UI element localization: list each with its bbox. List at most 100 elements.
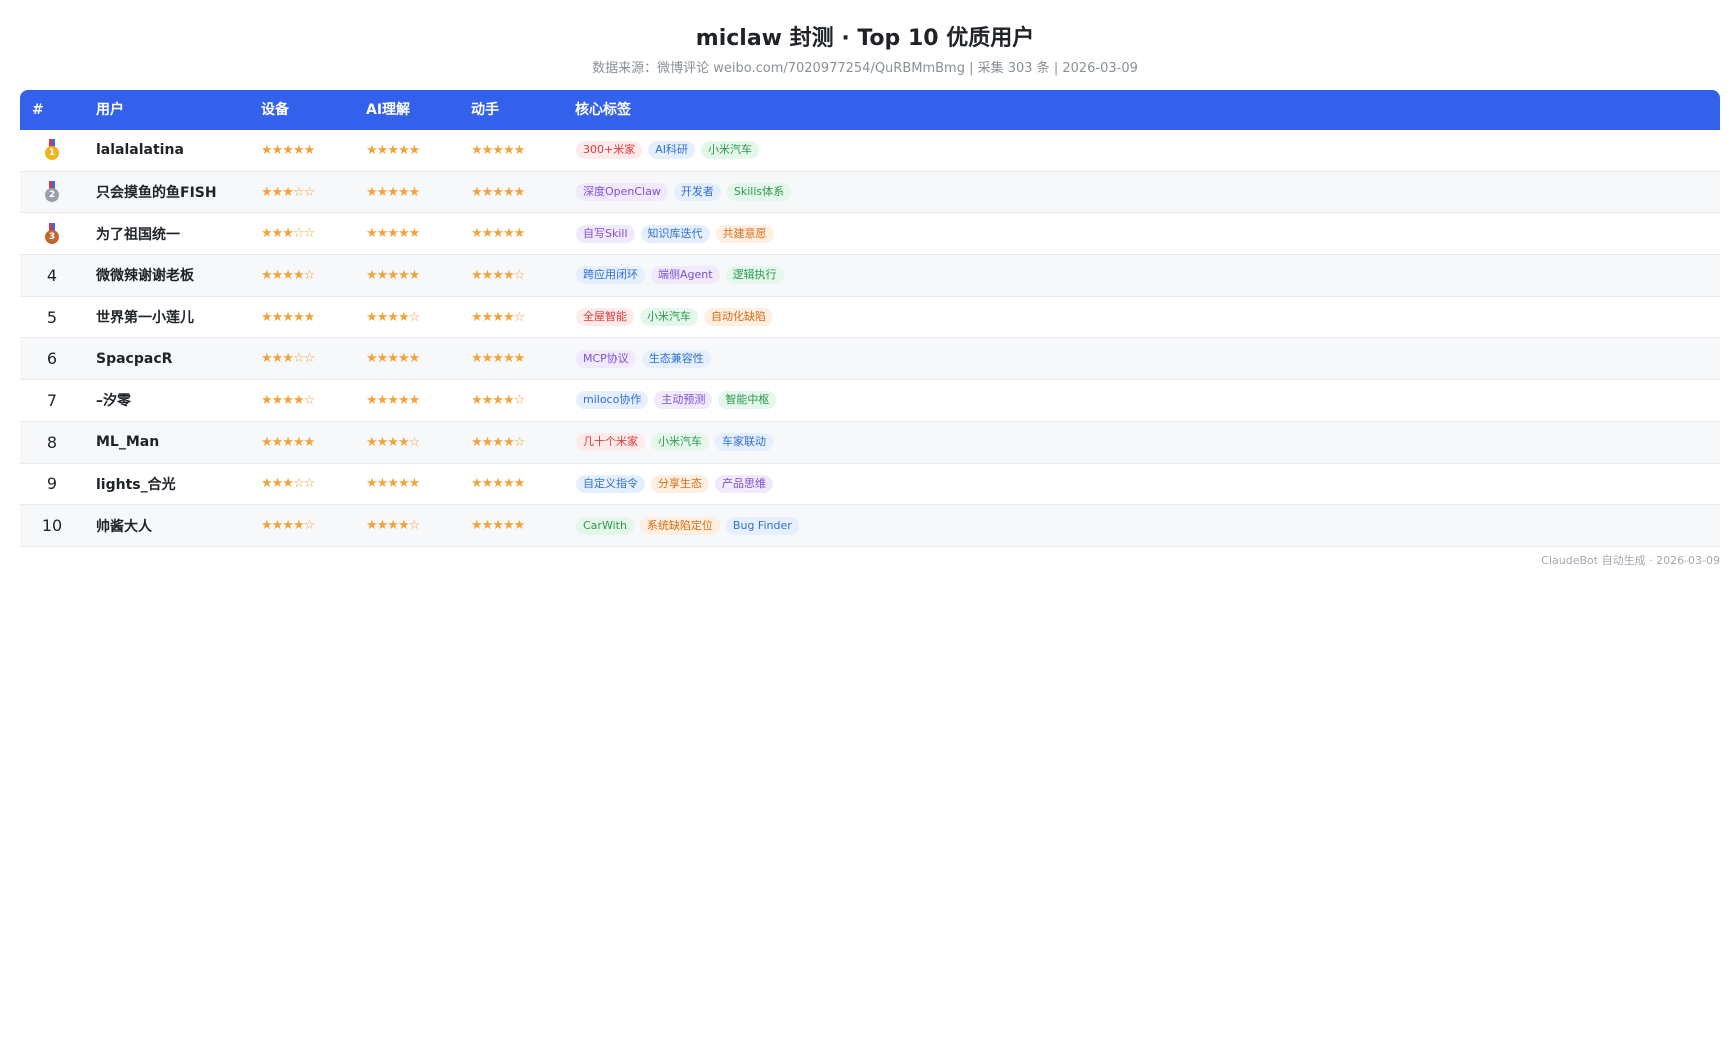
ranking-table: # 用户 设备 AI理解 动手 核心标签 1 lalalalatina ★★★★★ ★…	[20, 90, 1720, 547]
table-row: 9 lights_合光 ★★★☆☆ ★★★★★ ★★★★★ 自定义指令 分享生态 产品思维	[20, 464, 1720, 506]
column-header-rank: #	[32, 102, 44, 118]
tag-badge: 几十个米家	[576, 433, 645, 452]
rank-cell: 3	[20, 213, 84, 254]
ai-rating-cell: ★★★★★	[366, 213, 466, 254]
tag-badge: 车家联动	[715, 433, 773, 452]
ai-rating-stars: ★★★★☆	[366, 518, 420, 534]
ai-rating-stars: ★★★★★	[366, 392, 420, 408]
ai-rating-stars: ★★★★★	[366, 476, 420, 492]
table-body: 1 lalalalatina ★★★★★ ★★★★★ ★★★★★ 300+米家 AI科研 小米…	[20, 130, 1720, 547]
ai-rating-stars: ★★★★★	[366, 184, 420, 200]
column-header-tags: 核心标签	[575, 102, 631, 118]
tags-cell: 自写Skill 知识库迭代 共建意愿	[576, 213, 1476, 254]
user-name: 世界第一小莲儿	[96, 310, 194, 327]
rank-cell: 9	[20, 464, 84, 505]
tag-badge: AI科研	[648, 141, 695, 160]
hands-on-rating-cell: ★★★★☆	[471, 422, 571, 463]
page-subtitle: 数据来源：微博评论 weibo.com/7020977254/QuRBMmBmg…	[592, 61, 1138, 76]
rank-cell: 10	[20, 505, 84, 546]
page: miclaw 封测 · Top 10 优质用户 数据来源：微博评论 weibo.…	[0, 0, 1730, 1043]
tag-badge: 系统缺陷定位	[639, 516, 720, 535]
device-rating-cell: ★★★☆☆	[261, 464, 361, 505]
rank-cell: 1	[20, 130, 84, 171]
hands-on-rating-cell: ★★★★★	[471, 130, 571, 171]
tag-badge: 深度OpenClaw	[576, 183, 668, 202]
ai-rating-stars: ★★★★★	[366, 351, 420, 367]
rank-cell: 2	[20, 172, 84, 213]
tags-cell: miloco协作 主动预测 智能中枢	[576, 380, 1476, 421]
tags-cell: 跨应用闭环 端侧Agent 逻辑执行	[576, 255, 1476, 296]
hands-on-rating-cell: ★★★★★	[471, 464, 571, 505]
rank-number: 5	[46, 307, 58, 327]
table-row: 2 只会摸鱼的鱼FISH ★★★☆☆ ★★★★★ ★★★★★ 深度OpenClaw 开发者 S…	[20, 171, 1720, 214]
user-name: 只会摸鱼的鱼FISH	[96, 185, 217, 202]
hands-on-rating-stars: ★★★★☆	[471, 309, 525, 325]
ai-rating-cell: ★★★★★	[366, 380, 466, 421]
device-rating-cell: ★★★☆☆	[261, 172, 361, 213]
device-rating-stars: ★★★★☆	[261, 518, 315, 534]
ai-rating-stars: ★★★★☆	[366, 309, 420, 325]
tag-badge: CarWith	[576, 516, 634, 535]
tag-badge: 智能中枢	[718, 391, 777, 410]
hands-on-rating-cell: ★★★★☆	[471, 380, 571, 421]
ai-rating-cell: ★★★★★	[366, 130, 466, 171]
user-name: lights_合光	[96, 476, 176, 493]
tag-badge: MCP协议	[576, 349, 636, 368]
ai-rating-cell: ★★★★★	[366, 464, 466, 505]
hands-on-rating-stars: ★★★★★	[471, 142, 525, 158]
silver-medal-icon: 2	[45, 181, 59, 203]
user-name: 为了祖国统一	[96, 226, 180, 243]
rank-cell: 6	[20, 338, 84, 379]
rank-cell: 5	[20, 297, 84, 338]
device-rating-stars: ★★★☆☆	[261, 351, 315, 367]
hands-on-rating-cell: ★★★★★	[471, 505, 571, 546]
column-header-user: 用户	[96, 102, 124, 118]
user-name: 微微辣谢谢老板	[96, 268, 194, 285]
ai-rating-cell: ★★★★☆	[366, 297, 466, 338]
hands-on-rating-stars: ★★★★★	[471, 184, 525, 200]
device-rating-stars: ★★★☆☆	[261, 476, 315, 492]
device-rating-cell: ★★★★☆	[261, 380, 361, 421]
user-name: 帅酱大人	[96, 518, 152, 535]
column-header-hands-on: 动手	[471, 102, 499, 118]
rank-cell: 7	[20, 380, 84, 421]
tag-badge: 自写Skill	[576, 224, 635, 243]
tag-badge: 自定义指令	[576, 474, 645, 493]
page-title: miclaw 封测 · Top 10 优质用户	[695, 26, 1035, 51]
device-rating-cell: ★★★★★	[261, 422, 361, 463]
device-rating-stars: ★★★★☆	[261, 392, 315, 408]
tags-cell: MCP协议 生态兼容性	[576, 338, 1476, 379]
footer-note: ClaudeBot 自动生成 · 2026-03-09	[1541, 554, 1720, 567]
tag-badge: Bug Finder	[725, 516, 799, 535]
column-header-ai: AI理解	[366, 102, 411, 118]
tag-badge: 小米汽车	[651, 433, 709, 452]
tags-cell: 300+米家 AI科研 小米汽车	[576, 130, 1476, 171]
device-rating-stars: ★★★☆☆	[261, 184, 315, 200]
tags-cell: 深度OpenClaw 开发者 Skills体系	[576, 172, 1476, 213]
device-rating-stars: ★★★☆☆	[261, 226, 315, 242]
tag-badge: Skills体系	[726, 183, 792, 202]
ai-rating-cell: ★★★★★	[366, 172, 466, 213]
bronze-medal-icon: 3	[45, 222, 59, 245]
device-rating-cell: ★★★☆☆	[261, 213, 361, 254]
table-row: 6 SpacpacR ★★★☆☆ ★★★★★ ★★★★★ MCP协议 生态兼容性	[20, 338, 1720, 381]
ai-rating-cell: ★★★★☆	[366, 422, 466, 463]
ai-rating-cell: ★★★★☆	[366, 505, 466, 546]
tag-badge: 300+米家	[576, 141, 643, 160]
tag-badge: miloco协作	[576, 391, 649, 410]
ai-rating-stars: ★★★★★	[366, 226, 420, 242]
tags-cell: 全屋智能 小米汽车 自动化缺陷	[576, 297, 1476, 338]
hands-on-rating-stars: ★★★★☆	[471, 267, 525, 283]
rank-number: 7	[46, 390, 58, 410]
device-rating-cell: ★★★★★	[261, 297, 361, 338]
tag-badge: 逻辑执行	[725, 266, 784, 285]
hands-on-rating-stars: ★★★★☆	[471, 434, 525, 450]
tags-cell: CarWith 系统缺陷定位 Bug Finder	[576, 505, 1476, 546]
hands-on-rating-stars: ★★★★★	[471, 518, 525, 534]
tag-badge: 知识库迭代	[640, 224, 710, 243]
rank-number: 9	[46, 474, 58, 494]
device-rating-cell: ★★★☆☆	[261, 338, 361, 379]
hands-on-rating-cell: ★★★★★	[471, 338, 571, 379]
rank-number: 6	[46, 349, 58, 369]
ai-rating-cell: ★★★★★	[366, 338, 466, 379]
